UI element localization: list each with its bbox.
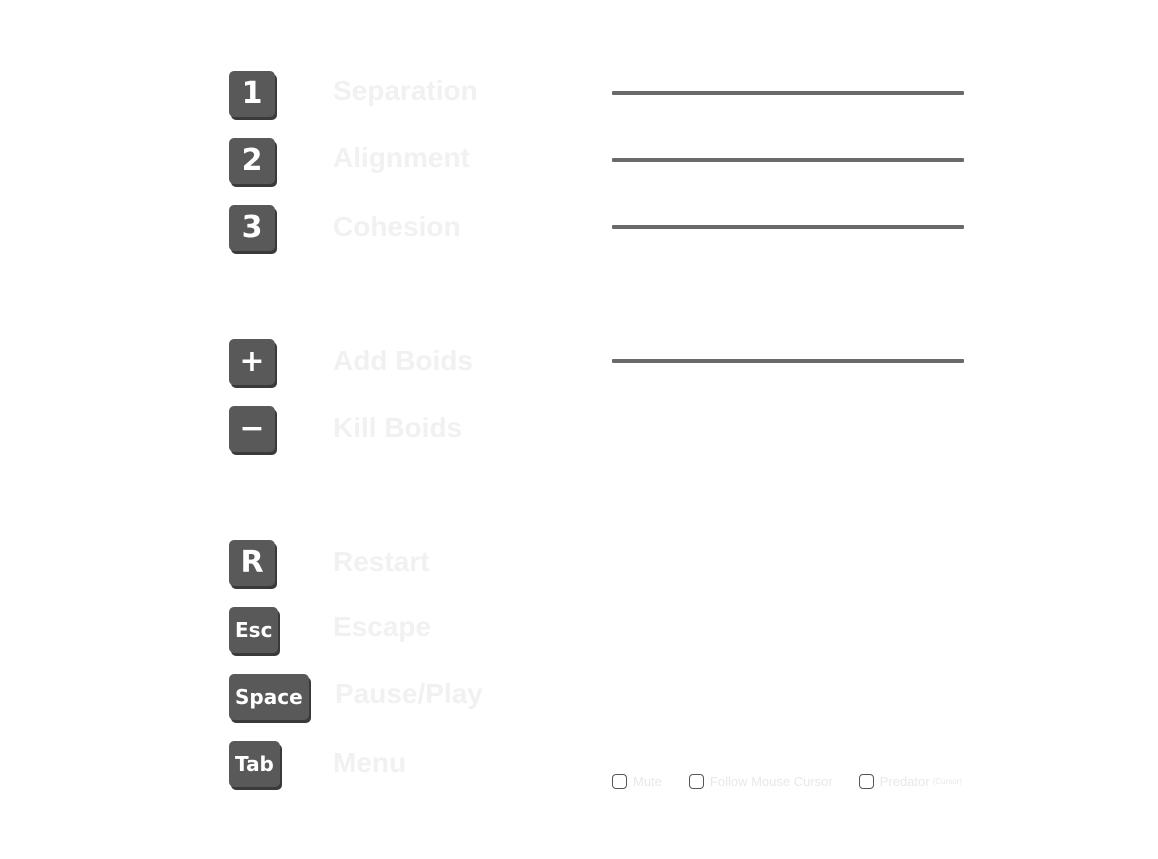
key-esc[interactable]: Esc [229, 607, 279, 653]
follow-mouse-checkbox[interactable] [688, 773, 704, 789]
predator-label: Predator [879, 773, 930, 789]
key-3[interactable]: 3 [229, 205, 275, 251]
key-minus[interactable]: − [229, 406, 275, 452]
mute-label: Mute [633, 773, 662, 789]
separation-label: Separation [333, 75, 478, 106]
separation-slider[interactable] [612, 91, 964, 95]
key-tab[interactable]: Tab [229, 741, 280, 787]
escape-label: Escape [333, 611, 432, 642]
pause-play-label: Pause/Play [335, 678, 483, 709]
key-r[interactable]: R [229, 540, 275, 586]
boids-controls-panel: 1 Separation 2 Alignment 3 Cohesion + Ad… [0, 0, 1158, 859]
menu-label: Menu [333, 747, 407, 778]
key-2[interactable]: 2 [229, 138, 275, 184]
alignment-slider[interactable] [612, 158, 964, 162]
cohesion-slider[interactable] [612, 225, 964, 229]
boid-count-slider[interactable] [612, 359, 964, 363]
predator-note: (Cursor) [932, 776, 962, 786]
kill-boids-label: Kill Boids [333, 412, 463, 443]
key-space[interactable]: Space [229, 674, 309, 720]
key-1[interactable]: 1 [229, 71, 275, 117]
follow-mouse-label: Follow Mouse Cursor [709, 773, 833, 789]
mute-checkbox[interactable] [612, 773, 627, 789]
predator-option[interactable]: Predator (Cursor) [858, 773, 962, 789]
add-boids-label: Add Boids [333, 345, 473, 376]
mute-option[interactable]: Mute [612, 773, 662, 789]
follow-mouse-option[interactable]: Follow Mouse Cursor [688, 773, 833, 789]
predator-checkbox[interactable] [858, 773, 874, 789]
cohesion-label: Cohesion [333, 211, 461, 242]
restart-label: Restart [333, 546, 430, 577]
alignment-label: Alignment [333, 142, 470, 173]
options-row: Mute Follow Mouse Cursor Predator (Curso… [612, 771, 964, 791]
key-plus[interactable]: + [229, 339, 275, 385]
